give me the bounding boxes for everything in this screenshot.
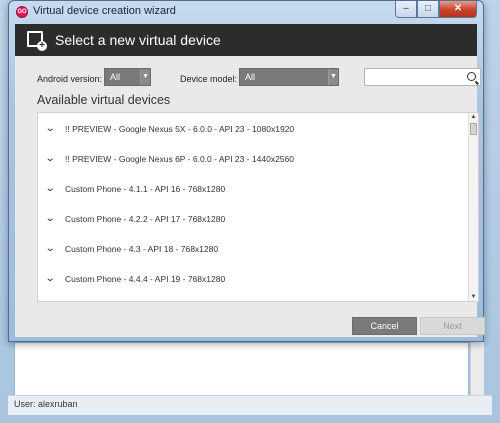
android-version-label: Android version: <box>37 74 103 84</box>
device-model-select[interactable]: All ▼ <box>239 68 339 86</box>
device-list-item[interactable]: ⌄ !! PREVIEW - Google Nexus 5X - 6.0.0 -… <box>38 115 468 145</box>
wizard-dialog: GO Virtual device creation wizard – □ ✕ … <box>8 0 485 342</box>
chevron-down-icon[interactable]: ⌄ <box>45 213 56 224</box>
maximize-button[interactable]: □ <box>417 1 439 18</box>
scrollbar-thumb[interactable] <box>470 123 477 135</box>
status-user-text: User: alexruban <box>14 399 78 409</box>
search-field <box>364 68 481 86</box>
status-bar: User: alexruban <box>8 395 492 415</box>
close-button[interactable]: ✕ <box>439 1 477 18</box>
search-input[interactable] <box>365 69 460 85</box>
dropdown-arrow-icon: ▼ <box>328 69 338 85</box>
device-name: !! PREVIEW - Google Nexus 6P - 6.0.0 - A… <box>65 154 294 164</box>
chevron-down-icon[interactable]: ⌄ <box>45 273 56 284</box>
parent-scrollbar[interactable] <box>470 342 484 396</box>
device-list-item[interactable]: ⌄ !! PREVIEW - Google Nexus 6P - 6.0.0 -… <box>38 145 468 175</box>
title-bar[interactable]: GO Virtual device creation wizard – □ ✕ <box>9 1 483 23</box>
device-list-item[interactable]: ⌄ Custom Phone - 4.1.1 - API 16 - 768x12… <box>38 175 468 205</box>
minimize-button[interactable]: – <box>395 1 417 18</box>
next-button[interactable]: Next <box>420 317 485 335</box>
cancel-button[interactable]: Cancel <box>352 317 417 335</box>
new-device-icon <box>27 31 47 51</box>
parent-window-content <box>14 342 469 396</box>
chevron-down-icon[interactable]: ⌄ <box>45 243 56 254</box>
wizard-header: Select a new virtual device <box>15 24 477 56</box>
android-version-select[interactable]: All ▼ <box>104 68 151 86</box>
scroll-down-icon[interactable]: ▼ <box>469 293 478 301</box>
chevron-down-icon[interactable]: ⌄ <box>45 183 56 194</box>
device-name: Custom Phone - 4.1.1 - API 16 - 768x1280 <box>65 184 226 194</box>
chevron-down-icon[interactable]: ⌄ <box>45 123 56 134</box>
device-model-label: Device model: <box>180 74 238 84</box>
device-name: !! PREVIEW - Google Nexus 5X - 6.0.0 - A… <box>65 124 295 134</box>
wizard-title: Select a new virtual device <box>55 32 221 48</box>
search-icon[interactable] <box>467 72 476 81</box>
device-list-item[interactable]: ⌄ Custom Phone - 4.2.2 - API 17 - 768x12… <box>38 205 468 235</box>
genymotion-logo-icon: GO <box>16 6 28 18</box>
device-list-item[interactable]: ⌄ Custom Phone - 4.3 - API 18 - 768x1280 <box>38 235 468 265</box>
android-version-value: All <box>110 72 121 82</box>
device-list-item[interactable]: ⌄ Custom Phone - 4.4.4 - API 19 - 768x12… <box>38 265 468 295</box>
available-devices-title: Available virtual devices <box>37 93 171 107</box>
chevron-down-icon[interactable]: ⌄ <box>45 153 56 164</box>
device-name: Custom Phone - 4.4.4 - API 19 - 768x1280 <box>65 274 226 284</box>
device-model-value: All <box>245 72 256 82</box>
device-list-scrollbar[interactable]: ▲ ▼ <box>468 113 478 301</box>
device-list: ⌄ !! PREVIEW - Google Nexus 5X - 6.0.0 -… <box>37 112 479 302</box>
scroll-up-icon[interactable]: ▲ <box>469 113 478 121</box>
device-name: Custom Phone - 4.2.2 - API 17 - 768x1280 <box>65 214 226 224</box>
window-controls: – □ ✕ <box>395 1 477 19</box>
wizard-content: Android version: All ▼ Device model: All… <box>15 56 485 337</box>
dropdown-arrow-icon: ▼ <box>140 69 150 85</box>
device-name: Custom Phone - 4.3 - API 18 - 768x1280 <box>65 244 219 254</box>
window-title: Virtual device creation wizard <box>33 5 176 17</box>
